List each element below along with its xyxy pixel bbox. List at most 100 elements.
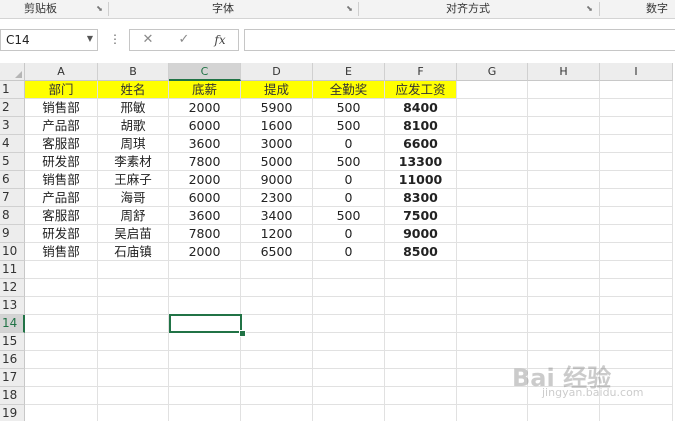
cell-f1[interactable]: 应发工资	[385, 81, 457, 99]
cell-h4[interactable]	[528, 135, 600, 153]
cell-d12[interactable]	[241, 279, 313, 297]
cell-e13[interactable]	[313, 297, 385, 315]
column-header-i[interactable]: I	[600, 63, 673, 81]
cell-a11[interactable]	[25, 261, 98, 279]
cell-e11[interactable]	[313, 261, 385, 279]
cell-e18[interactable]	[313, 387, 385, 405]
cell-b5[interactable]: 李素材	[98, 153, 169, 171]
cell-d5[interactable]: 5000	[241, 153, 313, 171]
cell-c2[interactable]: 2000	[169, 99, 241, 117]
row-header-19[interactable]: 19	[0, 405, 25, 421]
row-header-16[interactable]: 16	[0, 351, 25, 369]
dialog-launcher-icon[interactable]: ⬊	[95, 4, 104, 13]
cell-f10[interactable]: 8500	[385, 243, 457, 261]
row-header-8[interactable]: 8	[0, 207, 25, 225]
cell-e2[interactable]: 500	[313, 99, 385, 117]
cell-f15[interactable]	[385, 333, 457, 351]
cell-g11[interactable]	[457, 261, 528, 279]
cell-b6[interactable]: 王麻子	[98, 171, 169, 189]
cell-a1[interactable]: 部门	[25, 81, 98, 99]
row-header-1[interactable]: 1	[0, 81, 25, 99]
row-header-11[interactable]: 11	[0, 261, 25, 279]
cell-d4[interactable]: 3000	[241, 135, 313, 153]
cell-b18[interactable]	[98, 387, 169, 405]
cell-a7[interactable]: 产品部	[25, 189, 98, 207]
cell-f17[interactable]	[385, 369, 457, 387]
row-header-18[interactable]: 18	[0, 387, 25, 405]
cell-f12[interactable]	[385, 279, 457, 297]
cell-h8[interactable]	[528, 207, 600, 225]
cell-a10[interactable]: 销售部	[25, 243, 98, 261]
cell-d10[interactable]: 6500	[241, 243, 313, 261]
cell-a6[interactable]: 销售部	[25, 171, 98, 189]
cell-a5[interactable]: 研发部	[25, 153, 98, 171]
cell-d14[interactable]	[241, 315, 313, 333]
cell-g13[interactable]	[457, 297, 528, 315]
cell-e16[interactable]	[313, 351, 385, 369]
dialog-launcher-icon[interactable]: ⬊	[585, 4, 594, 13]
cell-h9[interactable]	[528, 225, 600, 243]
row-header-5[interactable]: 5	[0, 153, 25, 171]
row-header-17[interactable]: 17	[0, 369, 25, 387]
cell-a9[interactable]: 研发部	[25, 225, 98, 243]
cell-f14[interactable]	[385, 315, 457, 333]
cell-a16[interactable]	[25, 351, 98, 369]
row-header-4[interactable]: 4	[0, 135, 25, 153]
column-header-c[interactable]: C	[169, 63, 241, 81]
cell-h12[interactable]	[528, 279, 600, 297]
cell-b4[interactable]: 周琪	[98, 135, 169, 153]
cell-i14[interactable]	[600, 315, 673, 333]
cell-f6[interactable]: 11000	[385, 171, 457, 189]
row-header-12[interactable]: 12	[0, 279, 25, 297]
cell-i13[interactable]	[600, 297, 673, 315]
cell-g10[interactable]	[457, 243, 528, 261]
cell-h19[interactable]	[528, 405, 600, 421]
cell-b12[interactable]	[98, 279, 169, 297]
cell-g7[interactable]	[457, 189, 528, 207]
cell-b7[interactable]: 海哥	[98, 189, 169, 207]
cell-b17[interactable]	[98, 369, 169, 387]
cell-g14[interactable]	[457, 315, 528, 333]
cell-d2[interactable]: 5900	[241, 99, 313, 117]
cell-f19[interactable]	[385, 405, 457, 421]
cell-d19[interactable]	[241, 405, 313, 421]
cell-i8[interactable]	[600, 207, 673, 225]
cell-h11[interactable]	[528, 261, 600, 279]
cell-c9[interactable]: 7800	[169, 225, 241, 243]
cell-e9[interactable]: 0	[313, 225, 385, 243]
cell-e8[interactable]: 500	[313, 207, 385, 225]
cell-a14[interactable]	[25, 315, 98, 333]
cell-h5[interactable]	[528, 153, 600, 171]
select-all-button[interactable]	[0, 63, 25, 81]
cell-h1[interactable]	[528, 81, 600, 99]
cell-a19[interactable]	[25, 405, 98, 421]
cell-i3[interactable]	[600, 117, 673, 135]
cell-i12[interactable]	[600, 279, 673, 297]
cell-c11[interactable]	[169, 261, 241, 279]
cell-b14[interactable]	[98, 315, 169, 333]
cell-c12[interactable]	[169, 279, 241, 297]
cell-h15[interactable]	[528, 333, 600, 351]
cell-i9[interactable]	[600, 225, 673, 243]
cell-g15[interactable]	[457, 333, 528, 351]
cell-f13[interactable]	[385, 297, 457, 315]
row-header-13[interactable]: 13	[0, 297, 25, 315]
cell-d18[interactable]	[241, 387, 313, 405]
cell-c10[interactable]: 2000	[169, 243, 241, 261]
cell-d7[interactable]: 2300	[241, 189, 313, 207]
cell-c19[interactable]	[169, 405, 241, 421]
cell-i6[interactable]	[600, 171, 673, 189]
cell-c1[interactable]: 底薪	[169, 81, 241, 99]
cell-e12[interactable]	[313, 279, 385, 297]
cell-f3[interactable]: 8100	[385, 117, 457, 135]
cell-c17[interactable]	[169, 369, 241, 387]
cell-g19[interactable]	[457, 405, 528, 421]
cell-h6[interactable]	[528, 171, 600, 189]
cell-d3[interactable]: 1600	[241, 117, 313, 135]
column-header-g[interactable]: G	[457, 63, 528, 81]
cell-d13[interactable]	[241, 297, 313, 315]
cancel-icon[interactable]: ✕	[136, 31, 160, 49]
cell-i10[interactable]	[600, 243, 673, 261]
cell-h3[interactable]	[528, 117, 600, 135]
cell-f18[interactable]	[385, 387, 457, 405]
